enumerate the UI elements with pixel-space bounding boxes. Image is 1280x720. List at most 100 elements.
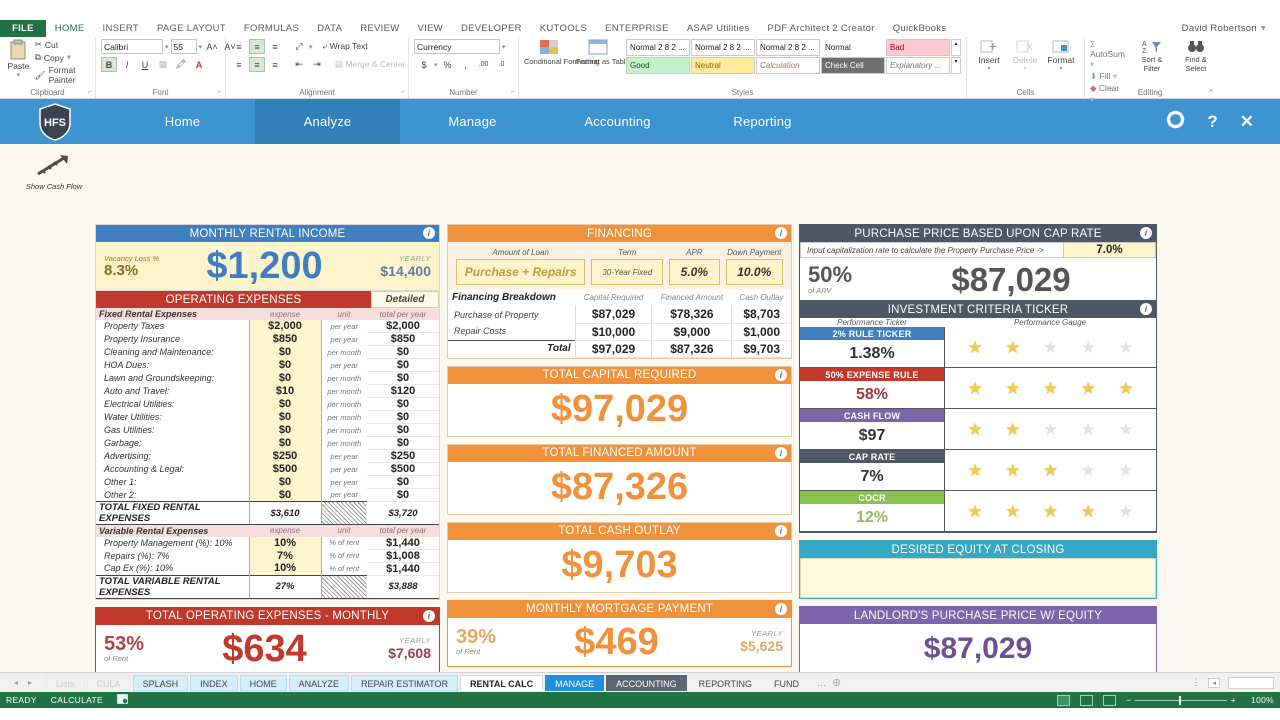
ribbon-tab-developer[interactable]: DEVELOPER — [452, 20, 531, 37]
ribbon-tab-kutools[interactable]: KUTOOLS — [531, 20, 596, 37]
nav-item-manage[interactable]: Manage — [400, 99, 545, 144]
style-cell-check-cell[interactable]: Check Cell — [821, 57, 885, 74]
clipboard-dialog-launcher[interactable]: ⌐ — [88, 89, 92, 96]
info-icon[interactable]: i — [423, 227, 435, 239]
zoom-handle[interactable] — [1179, 696, 1181, 705]
align-top-button[interactable]: ≡ — [231, 39, 247, 54]
style-cell-good[interactable]: Good — [626, 57, 690, 74]
align-middle-button[interactable]: ≡ — [249, 39, 265, 54]
nav-item-accounting[interactable]: Accounting — [545, 99, 690, 144]
find-select-button[interactable]: Find & Select — [1177, 39, 1215, 73]
style-cell-normal-2-8-2-c[interactable]: Normal 2 8 2 ... — [756, 39, 820, 56]
sheet-tab[interactable]: INDEX — [190, 675, 238, 691]
style-cell-explanatory[interactable]: Explanatory ... — [886, 57, 950, 74]
zoom-slider[interactable]: − + — [1126, 695, 1236, 705]
ribbon-tab-file[interactable]: FILE — [0, 20, 46, 37]
ribbon-tab-page-layout[interactable]: PAGE LAYOUT — [148, 20, 235, 37]
info-icon[interactable]: i — [423, 610, 435, 622]
first-sheet-arrow-icon[interactable]: ◂ — [14, 678, 18, 687]
sheet-tab[interactable]: FUND — [764, 675, 809, 691]
delete-cells-button[interactable]: Delete ▾ — [1008, 39, 1042, 72]
fill-color-button[interactable]: 🖍 — [173, 57, 189, 72]
style-cell-normal-2-8-2-b[interactable]: Normal 2 8 2 ... — [691, 39, 755, 56]
help-icon[interactable]: ? — [1207, 112, 1217, 132]
expense-input[interactable]: $2,000 — [249, 320, 321, 333]
style-cell-neutral[interactable]: Neutral — [691, 57, 755, 74]
ribbon-tab-quickbooks[interactable]: QuickBooks — [884, 20, 956, 37]
expense-input[interactable]: 7% — [249, 549, 321, 562]
increase-decimal-button[interactable]: .00 — [476, 57, 492, 72]
ribbon-tab-insert[interactable]: INSERT — [94, 20, 148, 37]
nav-item-reporting[interactable]: Reporting — [690, 99, 835, 144]
conditional-formatting-button[interactable]: Conditional Formatting — [524, 39, 576, 66]
italic-button[interactable]: I — [119, 57, 135, 72]
expense-input[interactable]: $0 — [249, 411, 321, 424]
sheet-tab[interactable]: ACCOUNTING — [606, 675, 687, 691]
down-payment-input[interactable]: 10.0% — [726, 259, 783, 285]
currency-format-button[interactable]: $ — [416, 57, 432, 72]
format-dropdown-arrow[interactable]: ▾ — [1044, 65, 1078, 72]
expense-input[interactable]: $0 — [249, 372, 321, 385]
font-color-button[interactable]: A — [191, 57, 207, 72]
show-cash-flow-button[interactable]: Show Cash Flow — [18, 152, 90, 191]
cut-button[interactable]: ✂ Cut — [35, 39, 90, 50]
info-icon[interactable]: i — [1140, 303, 1152, 315]
sheet-tab[interactable]: REPAIR ESTIMATOR — [351, 675, 458, 691]
info-icon[interactable]: i — [775, 369, 787, 381]
currency-dropdown-arrow[interactable]: ▾ — [434, 61, 438, 69]
page-layout-view-button[interactable] — [1080, 695, 1093, 706]
ribbon-tab-view[interactable]: VIEW — [409, 20, 452, 37]
info-icon[interactable]: i — [775, 447, 787, 459]
expense-input[interactable]: 10% — [249, 537, 321, 550]
percent-format-button[interactable]: % — [440, 57, 456, 72]
expense-input[interactable]: 10% — [249, 562, 321, 575]
apr-input[interactable]: 5.0% — [669, 259, 719, 285]
ribbon-tab-enterprise[interactable]: ENTERPRISE — [596, 20, 678, 37]
format-as-table-button[interactable]: Format as Table — [576, 39, 622, 66]
autosum-button[interactable]: Σ AutoSum ▾ — [1090, 39, 1125, 70]
decrease-indent-button[interactable]: ⇤ — [291, 57, 307, 72]
sheet-tab[interactable]: SPLASH — [133, 675, 189, 691]
align-left-button[interactable]: ≡ — [231, 57, 247, 72]
style-cell-normal[interactable]: Normal — [821, 39, 885, 56]
info-icon[interactable]: i — [1140, 227, 1152, 239]
comma-format-button[interactable]: , — [458, 57, 474, 72]
style-cell-normal-2-8-2-a[interactable]: Normal 2 8 2 ... — [626, 39, 690, 56]
alignment-dialog-launcher[interactable]: ⌐ — [401, 89, 405, 96]
ribbon-tab-review[interactable]: REVIEW — [351, 20, 408, 37]
expense-input[interactable]: $0 — [249, 476, 321, 489]
increase-indent-button[interactable]: ⇥ — [309, 57, 325, 72]
fill-dropdown-arrow[interactable]: ▾ — [1113, 71, 1117, 81]
bold-button[interactable]: B — [101, 57, 117, 72]
sheet-tab[interactable]: MANAGE — [545, 675, 604, 691]
close-icon[interactable]: ✕ — [1240, 112, 1254, 132]
term-input[interactable]: 30-Year Fixed — [591, 259, 663, 285]
font-size-input[interactable]: 55 — [171, 39, 197, 54]
orientation-dropdown-arrow[interactable]: ▾ — [309, 43, 313, 51]
info-icon[interactable]: i — [775, 227, 787, 239]
macro-record-icon[interactable] — [117, 694, 128, 706]
insert-dropdown-arrow[interactable]: ▾ — [972, 65, 1006, 72]
hfs-logo[interactable]: HFS — [0, 99, 110, 144]
normal-view-button[interactable] — [1057, 695, 1070, 706]
expense-input[interactable]: $500 — [249, 463, 321, 476]
insert-cells-button[interactable]: Insert ▾ — [972, 39, 1006, 72]
ribbon-tab-pdf-architect[interactable]: PDF Architect 2 Creator — [758, 20, 883, 37]
gear-icon[interactable] — [1166, 110, 1185, 134]
autosum-dropdown-arrow[interactable]: ▾ — [1090, 59, 1094, 69]
wrap-text-button[interactable]: ⤶ Wrap Text — [323, 41, 368, 52]
font-family-dropdown-arrow[interactable]: ▾ — [165, 43, 169, 51]
align-right-button[interactable]: ≡ — [267, 57, 283, 72]
new-sheet-button[interactable]: ⊕ — [832, 676, 841, 689]
font-size-dropdown-arrow[interactable]: ▾ — [199, 43, 203, 51]
font-family-input[interactable]: Calibri — [101, 39, 163, 54]
nav-item-analyze[interactable]: Analyze — [255, 99, 400, 144]
underline-button[interactable]: U — [137, 57, 153, 72]
number-format-select[interactable]: Currency — [414, 39, 500, 54]
copy-button[interactable]: ⧉ Copy ▾ — [35, 52, 90, 63]
zoom-in-button[interactable]: + — [1231, 695, 1236, 705]
orientation-button[interactable]: ⤢ — [291, 39, 307, 54]
expense-input[interactable]: $0 — [249, 437, 321, 450]
styles-scroll-up[interactable]: ▴ — [951, 39, 961, 56]
number-dialog-launcher[interactable]: ⌐ — [511, 89, 515, 96]
